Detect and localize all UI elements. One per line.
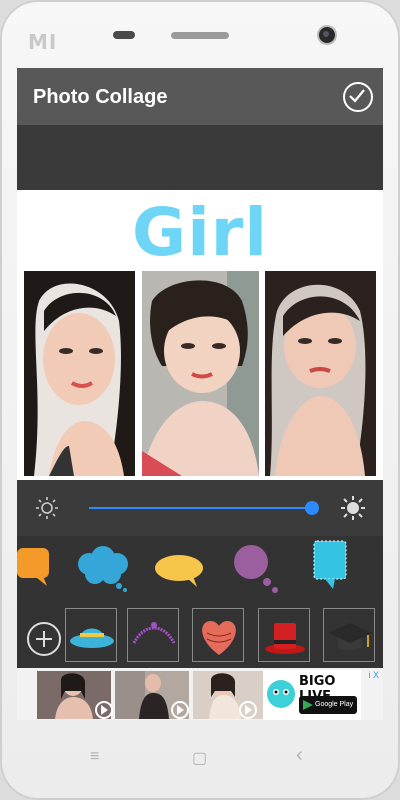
back-icon[interactable]: ‹: [296, 744, 303, 767]
orange-bubble-sticker[interactable]: [17, 548, 53, 588]
bigo-mascot-icon: [267, 680, 295, 708]
cyan-note-bubble-sticker[interactable]: [313, 540, 347, 590]
collage-photo-2[interactable]: [142, 271, 259, 476]
brightness-slider-thumb[interactable]: [305, 501, 319, 515]
collage-photo-1[interactable]: [24, 271, 135, 476]
bubble-strip: [17, 536, 383, 600]
blue-cloud-bubble-sticker[interactable]: [75, 546, 131, 592]
ad-thumbnail-2[interactable]: [115, 671, 189, 719]
collage-title-text[interactable]: Girl: [17, 194, 383, 271]
google-play-icon: [303, 700, 313, 710]
screen: Photo Collage Girl BIGO Google Play i X: [17, 68, 383, 720]
collage-photo-3[interactable]: [265, 271, 376, 476]
toolbar-space: [17, 125, 383, 190]
collage-canvas[interactable]: Girl: [17, 190, 383, 480]
sun-low-icon: [36, 497, 58, 519]
brightness-slider-track[interactable]: [89, 507, 311, 509]
google-play-badge[interactable]: Google Play: [299, 696, 357, 714]
page-title: Photo Collage: [33, 86, 168, 108]
add-sticker-button[interactable]: [27, 622, 61, 656]
front-camera: [319, 27, 335, 43]
play-icon: [171, 701, 189, 719]
brightness-control: [17, 480, 383, 536]
graduation-cap-sticker[interactable]: [323, 608, 375, 662]
ad-thumbnail-1[interactable]: [37, 671, 113, 719]
purple-round-bubble-sticker[interactable]: [233, 542, 279, 594]
hat-sticker[interactable]: [65, 608, 117, 662]
play-icon: [95, 701, 113, 719]
home-icon[interactable]: ▢: [192, 748, 207, 768]
google-play-label: Google Play: [315, 701, 354, 708]
app-bar: Photo Collage: [17, 68, 383, 125]
sensor: [113, 31, 135, 39]
brand-logo: MI: [28, 30, 58, 54]
tiara-sticker[interactable]: [127, 608, 179, 662]
yellow-oval-bubble-sticker[interactable]: [153, 554, 205, 588]
top-hat-sticker[interactable]: [258, 608, 310, 662]
menu-icon[interactable]: ≡: [90, 748, 99, 766]
phone-frame: MI Photo Collage Girl BIGO Google Play i…: [0, 0, 400, 800]
system-nav-bar: ≡ ▢ ‹: [0, 730, 400, 780]
speaker-grille: [171, 32, 229, 39]
play-icon: [239, 701, 257, 719]
ad-thumbnail-3[interactable]: [193, 671, 267, 719]
ad-info-close[interactable]: i X: [368, 670, 379, 680]
bigo-live-ad[interactable]: BIGO LIVE Google Play: [263, 670, 361, 720]
sun-high-icon: [341, 496, 365, 520]
check-circle-icon[interactable]: [343, 82, 373, 112]
edit-panel: BIGO LIVE Google Play i X: [17, 480, 383, 720]
ad-banner[interactable]: BIGO LIVE Google Play i X: [17, 668, 383, 720]
sticker-strip: [17, 608, 383, 668]
heart-sticker[interactable]: [192, 608, 244, 662]
